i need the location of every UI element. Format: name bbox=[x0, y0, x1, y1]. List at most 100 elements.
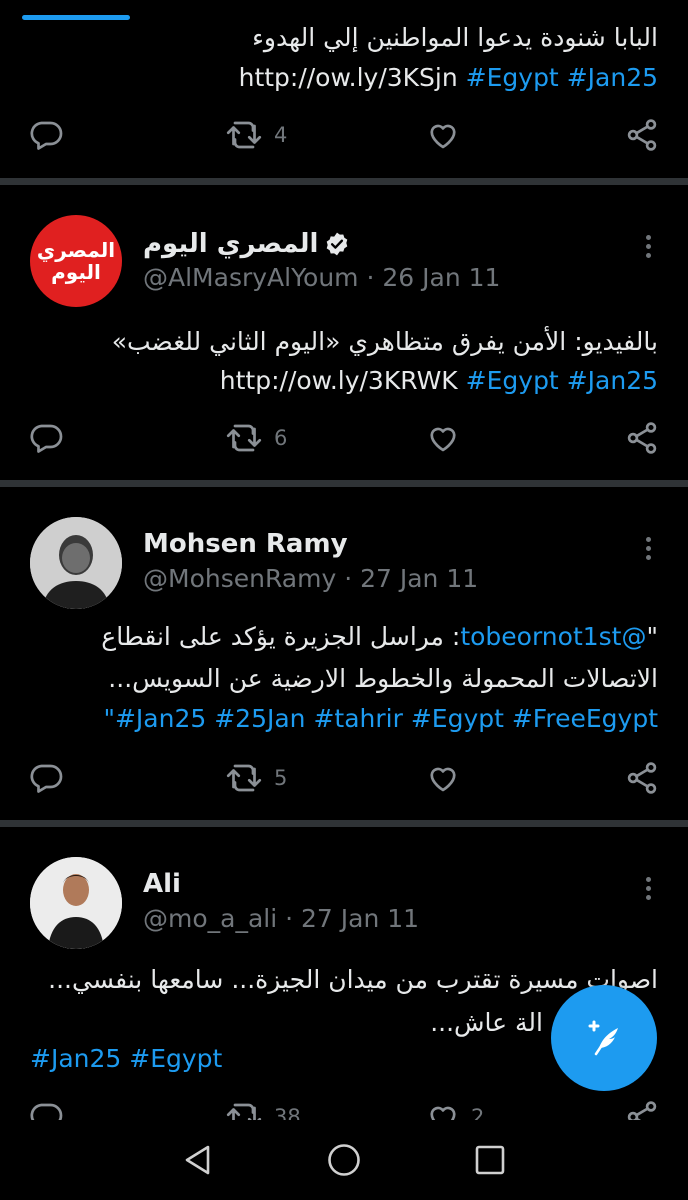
handle[interactable]: @mo_a_ali bbox=[143, 904, 277, 933]
quote-mark: " bbox=[103, 704, 115, 733]
reply-icon bbox=[30, 121, 63, 150]
mention[interactable]: @tobeornot1st bbox=[460, 622, 646, 651]
tweet-meta: @MohsenRamy · 27 Jan 11 bbox=[143, 564, 478, 593]
reply-button[interactable] bbox=[28, 115, 64, 155]
tweet-text: الاتصالات المحمولة والخطوط الارضية عن ال… bbox=[108, 664, 658, 693]
quote-mark: " bbox=[646, 622, 659, 651]
meta-separator: · bbox=[358, 263, 383, 292]
like-button[interactable] bbox=[425, 418, 461, 458]
nav-back-button[interactable] bbox=[178, 1140, 218, 1180]
retweet-button[interactable]: 5 bbox=[224, 758, 287, 798]
tweet-actions: 5 bbox=[0, 758, 688, 798]
person-avatar-icon bbox=[30, 857, 122, 949]
retweet-count: 4 bbox=[274, 123, 288, 147]
share-icon bbox=[627, 422, 657, 454]
meta-separator: · bbox=[336, 564, 361, 593]
tweet-date[interactable]: 27 Jan 11 bbox=[301, 904, 419, 933]
retweet-button[interactable]: 6 bbox=[224, 418, 287, 458]
heart-icon bbox=[430, 427, 456, 452]
hashtag[interactable]: #Egypt bbox=[466, 63, 559, 92]
hashtag[interactable]: #Jan25 bbox=[567, 63, 658, 92]
reply-icon bbox=[30, 764, 63, 793]
nav-recents-button[interactable] bbox=[470, 1140, 510, 1180]
tweet-text: "@tobeornot1st: مراسل الجزيرة يؤكد على ا… bbox=[30, 617, 658, 657]
tweet-links: http://ow.ly/3KSjn #Egypt #Jan25 bbox=[30, 58, 658, 98]
tweet-date[interactable]: 27 Jan 11 bbox=[360, 564, 478, 593]
share-button[interactable] bbox=[624, 758, 660, 798]
display-name[interactable]: المصري اليوم bbox=[143, 229, 318, 259]
share-button[interactable] bbox=[624, 418, 660, 458]
display-name[interactable]: Mohsen Ramy bbox=[143, 529, 348, 559]
share-button[interactable] bbox=[624, 1097, 660, 1120]
reply-icon bbox=[30, 424, 63, 453]
heart-icon bbox=[430, 124, 456, 149]
tweet-actions: 4 bbox=[0, 115, 688, 155]
meta-separator: · bbox=[277, 904, 302, 933]
more-options-button[interactable] bbox=[646, 537, 654, 564]
reply-button[interactable] bbox=[28, 1097, 64, 1120]
avatar[interactable]: المصري اليوم bbox=[30, 215, 122, 307]
home-circle-icon bbox=[328, 1144, 360, 1176]
retweet-icon bbox=[226, 121, 262, 149]
heart-icon bbox=[430, 1106, 456, 1120]
hashtag-list[interactable]: #Jan25 #25Jan #tahrir #Egypt #FreeEgypt bbox=[115, 704, 658, 733]
tweet-text-part: : مراسل الجزيرة يؤكد على انقطاع bbox=[101, 622, 461, 651]
reply-icon bbox=[30, 1103, 63, 1120]
share-button[interactable] bbox=[624, 115, 660, 155]
back-triangle-icon bbox=[185, 1145, 210, 1175]
tweet-text: البابا شنودة يدعوا المواطنين إلي الهدوء bbox=[252, 23, 658, 52]
avatar[interactable] bbox=[30, 857, 122, 949]
avatar-logo-text: المصري bbox=[36, 238, 116, 262]
like-count: 2 bbox=[471, 1105, 485, 1120]
system-navigation-bar bbox=[0, 1120, 688, 1200]
retweet-count: 6 bbox=[274, 426, 288, 450]
handle[interactable]: @MohsenRamy bbox=[143, 564, 336, 593]
tweet-text: بالفيديو: الأمن يفرق متظاهري «اليوم الثا… bbox=[111, 327, 658, 356]
tweet-text: اصوات مسيرة تقترب من ميدان الجيزة... سام… bbox=[48, 965, 658, 994]
like-button[interactable]: 2 bbox=[425, 1097, 484, 1120]
retweet-button[interactable]: 38 bbox=[224, 1097, 301, 1120]
hashtag[interactable]: #Egypt bbox=[466, 366, 559, 395]
person-avatar-icon bbox=[30, 517, 122, 609]
retweet-count: 5 bbox=[274, 766, 288, 790]
tweet-actions: 6 bbox=[0, 418, 688, 458]
retweet-button[interactable]: 4 bbox=[224, 115, 287, 155]
like-button[interactable] bbox=[425, 115, 461, 155]
tweet-3[interactable]: Mohsen Ramy @MohsenRamy · 27 Jan 11 "@to… bbox=[0, 487, 688, 820]
tweet-meta: @mo_a_ali · 27 Jan 11 bbox=[143, 904, 419, 933]
tweet-author-row: المصري اليوم bbox=[143, 229, 350, 259]
hashtag[interactable]: #Jan25 bbox=[567, 366, 658, 395]
tweet-divider bbox=[0, 178, 688, 185]
tweet-2[interactable]: المصري اليوم المصري اليوم @AlMasryAlYoum… bbox=[0, 185, 688, 480]
tweet-1[interactable]: البابا شنودة يدعوا المواطنين إلي الهدوء … bbox=[0, 0, 688, 178]
display-name[interactable]: Ali bbox=[143, 869, 181, 899]
tweet-divider bbox=[0, 820, 688, 827]
retweet-icon bbox=[226, 764, 262, 792]
like-button[interactable] bbox=[425, 758, 461, 798]
share-icon bbox=[627, 119, 657, 151]
more-options-button[interactable] bbox=[646, 235, 654, 262]
tweet-date[interactable]: 26 Jan 11 bbox=[382, 263, 500, 292]
hashtag-list[interactable]: #Jan25 #Egypt bbox=[30, 1044, 222, 1073]
retweet-icon bbox=[226, 1103, 262, 1120]
nav-home-button[interactable] bbox=[324, 1140, 364, 1180]
reply-button[interactable] bbox=[28, 418, 64, 458]
tweet-divider bbox=[0, 480, 688, 487]
retweet-count: 38 bbox=[274, 1105, 301, 1120]
reply-button[interactable] bbox=[28, 758, 64, 798]
avatar-logo-text: اليوم bbox=[51, 260, 101, 284]
tweet-actions: 38 2 bbox=[0, 1097, 688, 1120]
tweet-link[interactable]: http://ow.ly/3KSjn bbox=[239, 63, 458, 92]
compose-feather-icon bbox=[588, 1020, 618, 1056]
tweet-link[interactable]: http://ow.ly/3KRWK bbox=[220, 366, 458, 395]
tweet-hashtags: "#Jan25 #25Jan #tahrir #Egypt #FreeEgypt bbox=[30, 699, 658, 739]
recents-square-icon bbox=[475, 1145, 505, 1175]
tweet-links: http://ow.ly/3KRWK #Egypt #Jan25 bbox=[30, 361, 658, 401]
tweet-meta: @AlMasryAlYoum · 26 Jan 11 bbox=[143, 263, 500, 292]
retweet-icon bbox=[226, 424, 262, 452]
more-options-button[interactable] bbox=[646, 877, 654, 904]
handle[interactable]: @AlMasryAlYoum bbox=[143, 263, 359, 292]
verified-badge-icon bbox=[327, 232, 348, 256]
avatar[interactable] bbox=[30, 517, 122, 609]
compose-tweet-button[interactable] bbox=[551, 985, 657, 1091]
